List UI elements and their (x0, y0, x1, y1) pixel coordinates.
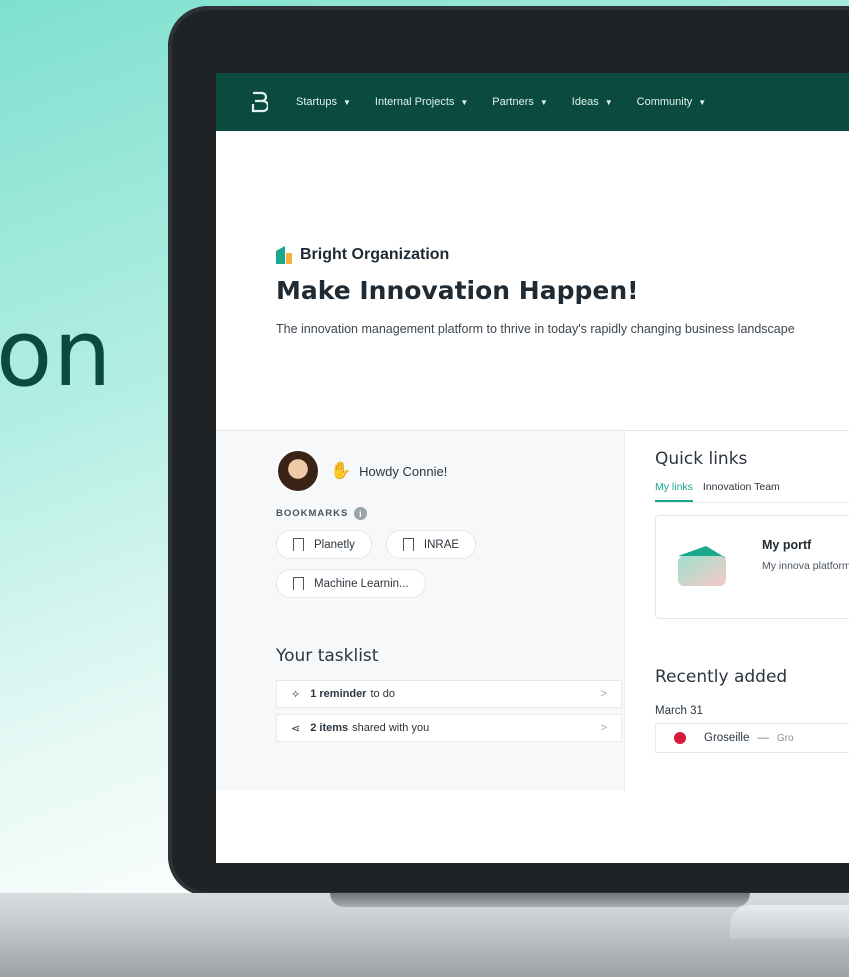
dashboard-columns: ✋ Howdy Connie! BOOKMARKS i Planetly INR… (216, 431, 849, 791)
bookmark-chip[interactable]: Planetly (276, 530, 372, 559)
task-text: shared with you (352, 722, 430, 734)
item-extra: Gro (776, 732, 794, 744)
chevron-right-icon: > (600, 722, 607, 734)
bookmark-chip[interactable]: INRAE (385, 530, 477, 559)
tab-innovation-team[interactable]: Innovation Team (703, 481, 780, 502)
nav-partners[interactable]: Partners ▼ (492, 96, 548, 108)
info-icon[interactable]: i (354, 507, 368, 520)
caret-down-icon: ▼ (698, 97, 707, 107)
tab-my-links[interactable]: My links (655, 481, 693, 502)
nav-label: Partners (492, 96, 534, 108)
caret-down-icon: ▼ (539, 97, 548, 107)
nav-label: Community (636, 96, 693, 108)
task-count: 2 items (310, 722, 349, 734)
pin-icon: ✧ (291, 688, 301, 701)
caret-down-icon: ▼ (604, 97, 613, 107)
card-text: My portf My innova platform. (762, 538, 849, 618)
caret-down-icon: ▼ (460, 97, 469, 107)
brand-logo-icon[interactable] (250, 89, 270, 115)
task-text: to do (370, 688, 395, 700)
quick-links-tabs: My links Innovation Team (655, 481, 849, 503)
recently-added-date: March 31 (655, 705, 703, 717)
bookmark-list: Planetly INRAE Machine Learnin... (276, 530, 576, 598)
background-headline: on (0, 300, 113, 407)
card-description: My innova platform. (762, 560, 849, 572)
left-column: ✋ Howdy Connie! BOOKMARKS i Planetly INR… (216, 431, 624, 791)
top-nav: Startups ▼ Internal Projects ▼ Partners ▼ I… (216, 73, 849, 131)
nav-community[interactable]: Community ▼ (637, 96, 707, 108)
bookmark-icon (293, 577, 304, 590)
page-subtitle: The innovation management platform to th… (276, 322, 795, 336)
quick-links-title: Quick links (655, 449, 748, 469)
bookmark-icon (293, 538, 304, 551)
nav-label: Startups (296, 96, 337, 108)
bookmark-icon (402, 538, 414, 551)
recently-added-item[interactable]: Groseille — Gro (655, 723, 849, 753)
right-column: Quick links My links Innovation Team My … (624, 431, 849, 791)
page-title: Make Innovation Happen! (276, 276, 639, 305)
org-name: Bright Organization (300, 246, 450, 263)
task-count: 1 reminder (310, 688, 367, 700)
laptop-notch (330, 893, 750, 907)
item-name: Groseille (704, 732, 750, 744)
share-icon: ⋖ (291, 722, 301, 735)
card-title: My portf (762, 538, 812, 552)
bookmarks-title: BOOKMARKS (276, 508, 349, 519)
waving-hand-icon: ✋ (330, 461, 352, 480)
nav-ideas[interactable]: Ideas ▼ (572, 96, 613, 108)
bookmark-label: Machine Learnin... (314, 577, 409, 590)
chevron-right-icon: > (600, 688, 607, 700)
bookmarks-heading: BOOKMARKS i (276, 507, 624, 520)
nav-label: Internal Projects (374, 96, 455, 108)
nav-label: Ideas (571, 96, 599, 108)
quick-link-card[interactable]: My portf My innova platform. (655, 515, 849, 619)
item-dash: — (757, 732, 769, 744)
bookmark-label: Planetly (314, 538, 355, 551)
app-screen: Startups ▼ Internal Projects ▼ Partners ▼ I… (216, 73, 849, 863)
laptop-base-highlight (730, 905, 849, 939)
bookmark-label: INRAE (423, 538, 460, 551)
portfolio-illustration-icon (672, 538, 732, 590)
org-logo-icon (276, 246, 292, 264)
nav-startups[interactable]: Startups ▼ (296, 96, 351, 108)
task-reminder-row[interactable]: ✧ 1 reminder to do > (276, 680, 622, 708)
nav-internal-projects[interactable]: Internal Projects ▼ (375, 96, 468, 108)
greeting-text: Howdy Connie! (359, 463, 448, 479)
hero-section: Bright Organization Make Innovation Happ… (216, 131, 849, 431)
avatar[interactable] (276, 449, 320, 493)
item-dot-icon (674, 732, 686, 744)
task-shared-row[interactable]: ⋖ 2 items shared with you > (276, 714, 622, 742)
tasklist-title: Your tasklist (276, 646, 379, 666)
bookmark-chip[interactable]: Machine Learnin... (276, 569, 426, 598)
recently-added-title: Recently added (655, 667, 788, 687)
greeting: ✋ Howdy Connie! (276, 449, 624, 493)
org-header: Bright Organization (276, 246, 849, 264)
caret-down-icon: ▼ (342, 97, 351, 107)
